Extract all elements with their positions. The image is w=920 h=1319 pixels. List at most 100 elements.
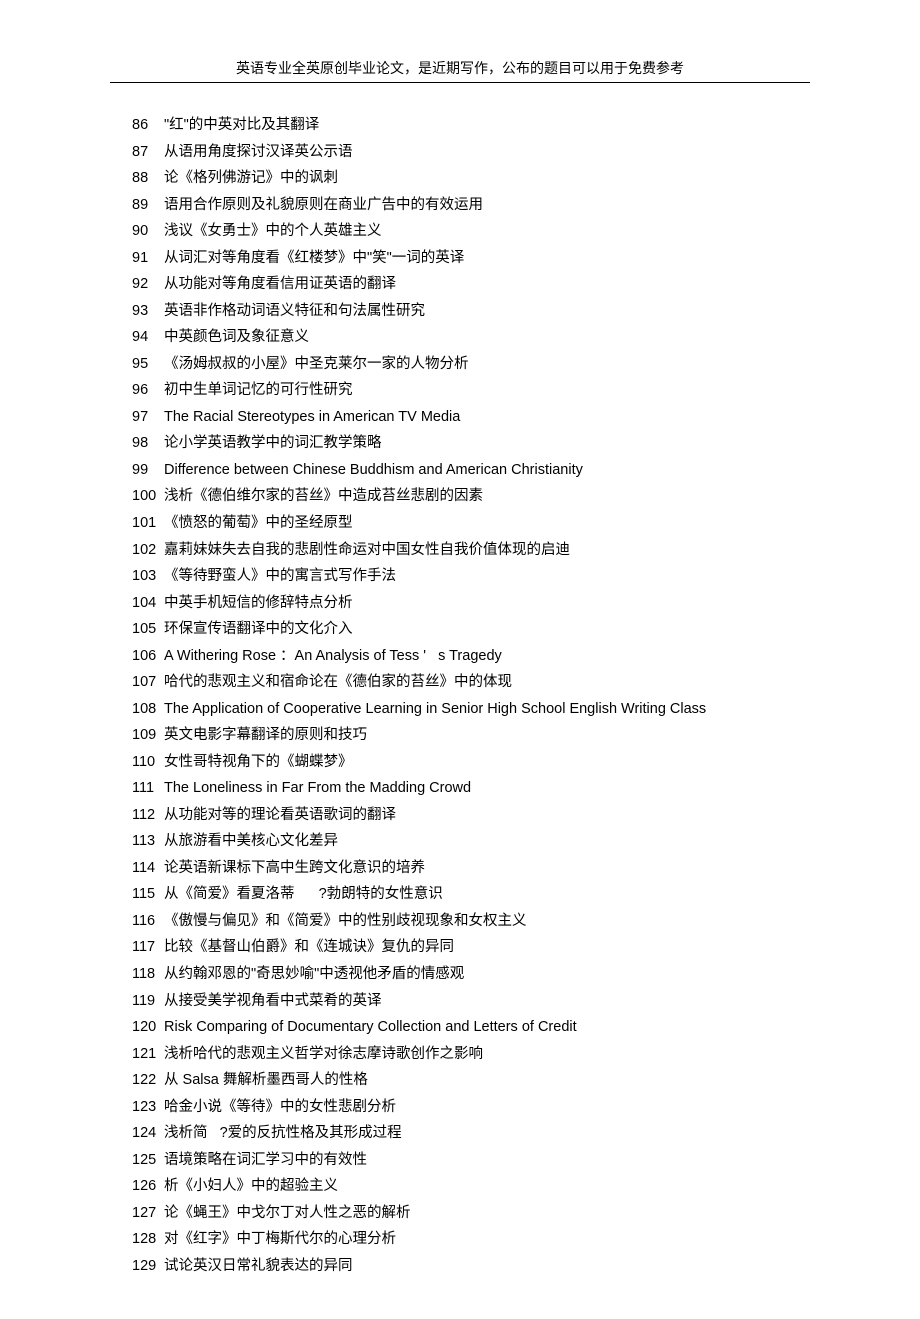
list-item: 105环保宣传语翻译中的文化介入 [110,616,810,643]
list-item-number: 97 [132,404,164,431]
list-item: 107哈代的悲观主义和宿命论在《德伯家的苔丝》中的体现 [110,669,810,696]
list-item: 128对《红字》中丁梅斯代尔的心理分析 [110,1226,810,1253]
list-item: 89语用合作原则及礼貌原则在商业广告中的有效运用 [110,192,810,219]
list-item-text: 浅析哈代的悲观主义哲学对徐志摩诗歌创作之影响 [164,1041,810,1068]
list-item-text: 《傲慢与偏见》和《简爱》中的性别歧视现象和女权主义 [164,908,810,935]
list-item: 109英文电影字幕翻译的原则和技巧 [110,722,810,749]
list-item-text: 初中生单词记忆的可行性研究 [164,377,810,404]
list-item-text: 从约翰邓恩的"奇思妙喻"中透视他矛盾的情感观 [164,961,810,988]
list-item-text: The Application of Cooperative Learning … [164,696,810,723]
list-item-number: 92 [132,271,164,298]
list-item-text: 从《简爱》看夏洛蒂 ?勃朗特的女性意识 [164,881,810,908]
page-header-title: 英语专业全英原创毕业论文，是近期写作，公布的题目可以用于免费参考 [110,58,810,78]
list-item-number: 87 [132,139,164,166]
list-item-number: 123 [132,1094,164,1121]
list-item: 120Risk Comparing of Documentary Collect… [110,1014,810,1041]
list-item-text: 试论英汉日常礼貌表达的异同 [164,1253,810,1280]
list-item-number: 98 [132,430,164,457]
list-item-text: 《等待野蛮人》中的寓言式写作手法 [164,563,810,590]
list-item: 91从词汇对等角度看《红楼梦》中"笑"一词的英译 [110,245,810,272]
list-item-text: 对《红字》中丁梅斯代尔的心理分析 [164,1226,810,1253]
list-item: 119从接受美学视角看中式菜肴的英译 [110,988,810,1015]
list-item: 126析《小妇人》中的超验主义 [110,1173,810,1200]
list-item: 122从 Salsa 舞解析墨西哥人的性格 [110,1067,810,1094]
list-item: 129试论英汉日常礼貌表达的异同 [110,1253,810,1280]
list-item-text: 语用合作原则及礼貌原则在商业广告中的有效运用 [164,192,810,219]
list-item-number: 107 [132,669,164,696]
list-item-number: 100 [132,483,164,510]
list-item-text: 论《蝇王》中戈尔丁对人性之恶的解析 [164,1200,810,1227]
list-item: 93英语非作格动词语义特征和句法属性研究 [110,298,810,325]
list-item-number: 111 [132,775,164,802]
list-item-number: 96 [132,377,164,404]
list-item-number: 88 [132,165,164,192]
list-item-number: 104 [132,590,164,617]
list-item-number: 109 [132,722,164,749]
list-item-number: 121 [132,1041,164,1068]
list-item-text: 英文电影字幕翻译的原则和技巧 [164,722,810,749]
list-item-text: 英语非作格动词语义特征和句法属性研究 [164,298,810,325]
list-item-number: 94 [132,324,164,351]
list-item-number: 90 [132,218,164,245]
list-item-number: 126 [132,1173,164,1200]
list-item-number: 105 [132,616,164,643]
list-item-number: 114 [132,855,164,882]
header-underline [110,82,810,83]
list-item-text: 《汤姆叔叔的小屋》中圣克莱尔一家的人物分析 [164,351,810,378]
list-item-text: 从功能对等角度看信用证英语的翻译 [164,271,810,298]
list-item-text: Risk Comparing of Documentary Collection… [164,1014,810,1041]
list-item-number: 86 [132,112,164,139]
list-item-text: 哈代的悲观主义和宿命论在《德伯家的苔丝》中的体现 [164,669,810,696]
list-item-number: 128 [132,1226,164,1253]
list-item-text: 浅析《德伯维尔家的苔丝》中造成苔丝悲剧的因素 [164,483,810,510]
list-item: 124浅析简 ?爱的反抗性格及其形成过程 [110,1120,810,1147]
list-item: 95《汤姆叔叔的小屋》中圣克莱尔一家的人物分析 [110,351,810,378]
list-item: 115从《简爱》看夏洛蒂 ?勃朗特的女性意识 [110,881,810,908]
list-item-text: 从功能对等的理论看英语歌词的翻译 [164,802,810,829]
list-item: 123哈金小说《等待》中的女性悲剧分析 [110,1094,810,1121]
list-item-text: 哈金小说《等待》中的女性悲剧分析 [164,1094,810,1121]
list-item: 114论英语新课标下高中生跨文化意识的培养 [110,855,810,882]
list-item: 118从约翰邓恩的"奇思妙喻"中透视他矛盾的情感观 [110,961,810,988]
list-item-number: 112 [132,802,164,829]
list-item-text: 中英颜色词及象征意义 [164,324,810,351]
list-item-text: 从词汇对等角度看《红楼梦》中"笑"一词的英译 [164,245,810,272]
list-item: 102嘉莉妹妹失去自我的悲剧性命运对中国女性自我价值体现的启迪 [110,537,810,564]
list-item-text: The Loneliness in Far From the Madding C… [164,775,810,802]
list-item: 97The Racial Stereotypes in American TV … [110,404,810,431]
list-item: 112从功能对等的理论看英语歌词的翻译 [110,802,810,829]
list-item: 103《等待野蛮人》中的寓言式写作手法 [110,563,810,590]
list-item: 111The Loneliness in Far From the Maddin… [110,775,810,802]
list-item-text: 《愤怒的葡萄》中的圣经原型 [164,510,810,537]
list-item-text: The Racial Stereotypes in American TV Me… [164,404,810,431]
list-item: 104中英手机短信的修辞特点分析 [110,590,810,617]
list-item-number: 91 [132,245,164,272]
list-item: 92从功能对等角度看信用证英语的翻译 [110,271,810,298]
thesis-title-list: 86"红"的中英对比及其翻译87从语用角度探讨汉译英公示语88论《格列佛游记》中… [110,112,810,1279]
list-item-text: 析《小妇人》中的超验主义 [164,1173,810,1200]
list-item-number: 125 [132,1147,164,1174]
list-item-text: 从语用角度探讨汉译英公示语 [164,139,810,166]
list-item-number: 95 [132,351,164,378]
list-item-text: A Withering Rose ：An Analysis of Tess ' … [164,643,810,670]
list-item-number: 124 [132,1120,164,1147]
list-item: 87从语用角度探讨汉译英公示语 [110,139,810,166]
list-item-text: "红"的中英对比及其翻译 [164,112,810,139]
list-item: 121浅析哈代的悲观主义哲学对徐志摩诗歌创作之影响 [110,1041,810,1068]
list-item: 127论《蝇王》中戈尔丁对人性之恶的解析 [110,1200,810,1227]
list-item-number: 115 [132,881,164,908]
list-item-number: 89 [132,192,164,219]
list-item-number: 99 [132,457,164,484]
list-item: 101《愤怒的葡萄》中的圣经原型 [110,510,810,537]
list-item-number: 129 [132,1253,164,1280]
list-item-number: 119 [132,988,164,1015]
list-item: 110女性哥特视角下的《蝴蝶梦》 [110,749,810,776]
list-item-number: 116 [132,908,164,935]
list-item-number: 102 [132,537,164,564]
list-item-number: 101 [132,510,164,537]
list-item: 113从旅游看中美核心文化差异 [110,828,810,855]
list-item: 100浅析《德伯维尔家的苔丝》中造成苔丝悲剧的因素 [110,483,810,510]
list-item-text: 语境策略在词汇学习中的有效性 [164,1147,810,1174]
document-page: 英语专业全英原创毕业论文，是近期写作，公布的题目可以用于免费参考 86"红"的中… [0,0,920,1319]
list-item-text: 从旅游看中美核心文化差异 [164,828,810,855]
